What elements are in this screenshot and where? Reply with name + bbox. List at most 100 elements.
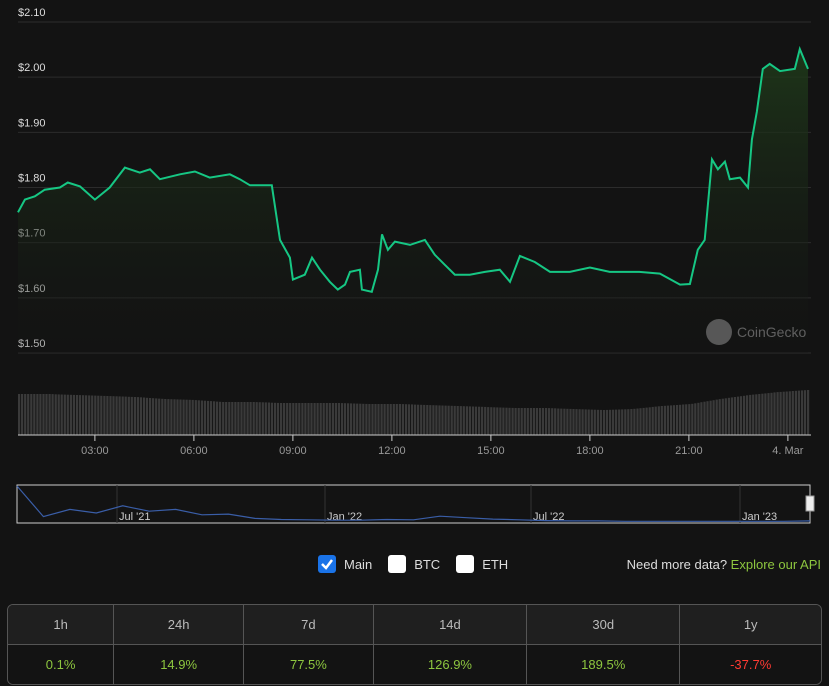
volume-bar bbox=[18, 394, 21, 435]
volume-bar bbox=[331, 403, 334, 435]
volume-bar bbox=[444, 405, 447, 435]
navigator[interactable]: Jul '21 Jan '22 Jul '22 Jan '23 bbox=[16, 484, 811, 524]
volume-bar bbox=[350, 403, 353, 435]
volume-bar bbox=[152, 398, 155, 435]
volume-bar bbox=[423, 404, 426, 435]
volume-bar bbox=[453, 405, 456, 435]
volume-bar bbox=[219, 401, 222, 435]
checkbox-icon[interactable] bbox=[388, 555, 407, 573]
volume-bar bbox=[551, 408, 554, 435]
volume-bar bbox=[657, 406, 660, 435]
volume-bar bbox=[234, 402, 237, 435]
volume-bar bbox=[739, 396, 743, 435]
volume-bar bbox=[447, 405, 450, 435]
volume-bar bbox=[697, 402, 700, 435]
volume-bar bbox=[173, 399, 176, 435]
volume-bar bbox=[490, 407, 493, 435]
legend-eth[interactable]: ETH bbox=[456, 555, 508, 573]
volume-bar bbox=[319, 403, 322, 435]
volume-bar bbox=[752, 394, 755, 435]
volume-bar bbox=[45, 394, 48, 435]
volume-bar bbox=[176, 399, 179, 435]
y-tick-label: $1.90 bbox=[18, 117, 46, 129]
volume-bar bbox=[228, 402, 231, 435]
volume-bar bbox=[130, 396, 133, 435]
volume-bar bbox=[724, 398, 727, 435]
volume-bar bbox=[231, 402, 234, 435]
x-tick-label: 15:00 bbox=[477, 445, 505, 457]
volume-bar bbox=[569, 408, 572, 435]
volume-bar bbox=[758, 394, 761, 435]
checkbox-checked-icon[interactable] bbox=[318, 555, 336, 573]
legend-main[interactable]: Main bbox=[318, 555, 372, 573]
volume-bar bbox=[24, 394, 27, 435]
price-change-table: 1h 24h 7d 14d 30d 1y 0.1% 14.9% 77.5% 12… bbox=[7, 604, 822, 685]
volume-bar bbox=[456, 406, 459, 435]
header-24h: 24h bbox=[114, 605, 245, 645]
volume-bar bbox=[715, 399, 718, 435]
volume-bar bbox=[343, 403, 347, 435]
volume-bar bbox=[554, 408, 557, 435]
volume-bar bbox=[273, 402, 277, 435]
volume-bar bbox=[139, 397, 142, 435]
volume-bar bbox=[770, 392, 773, 435]
api-prompt: Need more data? bbox=[626, 557, 728, 572]
volume-bar bbox=[371, 404, 374, 435]
volume-bar bbox=[283, 403, 286, 435]
volume-bar bbox=[797, 390, 800, 435]
volume-bar bbox=[78, 395, 82, 435]
volume-bar bbox=[529, 408, 532, 435]
volume-bar bbox=[721, 398, 724, 435]
volume-bar bbox=[362, 403, 365, 435]
price-chart[interactable]: $1.50$1.60$1.70$1.80$1.90$2.00$2.10 Coin… bbox=[0, 0, 829, 540]
volume-bar bbox=[590, 409, 593, 435]
volume-bar bbox=[575, 409, 578, 435]
volume-bar bbox=[66, 394, 69, 435]
header-1y: 1y bbox=[680, 605, 821, 645]
volume-bar bbox=[441, 405, 444, 435]
volume-bar bbox=[182, 399, 185, 435]
volume-bar bbox=[106, 396, 109, 435]
volume-bar bbox=[514, 408, 517, 435]
x-tick-label: 06:00 bbox=[180, 445, 208, 457]
explore-api-link[interactable]: Explore our API bbox=[731, 557, 821, 572]
volume-bar bbox=[663, 405, 666, 435]
checkbox-icon[interactable] bbox=[456, 555, 475, 573]
volume-bar bbox=[334, 403, 337, 435]
legend-btc-label: BTC bbox=[414, 556, 441, 572]
volume-bar bbox=[557, 408, 560, 435]
change-1h: 0.1% bbox=[8, 645, 115, 684]
volume-bar bbox=[292, 403, 295, 435]
volume-bar bbox=[499, 407, 502, 435]
volume-bar bbox=[712, 400, 715, 435]
volume-bar bbox=[581, 409, 584, 435]
volume-bar bbox=[636, 408, 639, 435]
volume-bar bbox=[593, 409, 596, 435]
volume-bar bbox=[94, 395, 97, 435]
volume-bar bbox=[615, 409, 618, 435]
volume-bar bbox=[149, 398, 152, 435]
volume-bar bbox=[435, 405, 438, 435]
volume-bar bbox=[225, 402, 228, 435]
volume-bar bbox=[246, 402, 249, 435]
volume-bar bbox=[676, 405, 679, 435]
volume-bar bbox=[304, 403, 307, 435]
volume-bar bbox=[520, 408, 523, 435]
volume-bar bbox=[563, 408, 566, 435]
legend-btc[interactable]: BTC bbox=[388, 555, 440, 573]
volume-bar bbox=[669, 405, 673, 435]
volume-bar bbox=[310, 403, 313, 435]
volume-bar bbox=[645, 407, 648, 435]
change-30d: 189.5% bbox=[527, 645, 681, 684]
volume-bar bbox=[127, 396, 130, 435]
volume-bar bbox=[566, 408, 569, 435]
change-1y: -37.7% bbox=[680, 645, 821, 684]
volume-bar bbox=[33, 394, 36, 435]
volume-bar bbox=[432, 405, 435, 435]
volume-bar bbox=[51, 394, 54, 435]
navigator-handle[interactable] bbox=[805, 495, 815, 512]
volume-bar bbox=[216, 401, 219, 435]
volume-bar bbox=[685, 404, 688, 435]
volume-bar bbox=[493, 407, 496, 435]
volume-bar bbox=[538, 408, 542, 435]
